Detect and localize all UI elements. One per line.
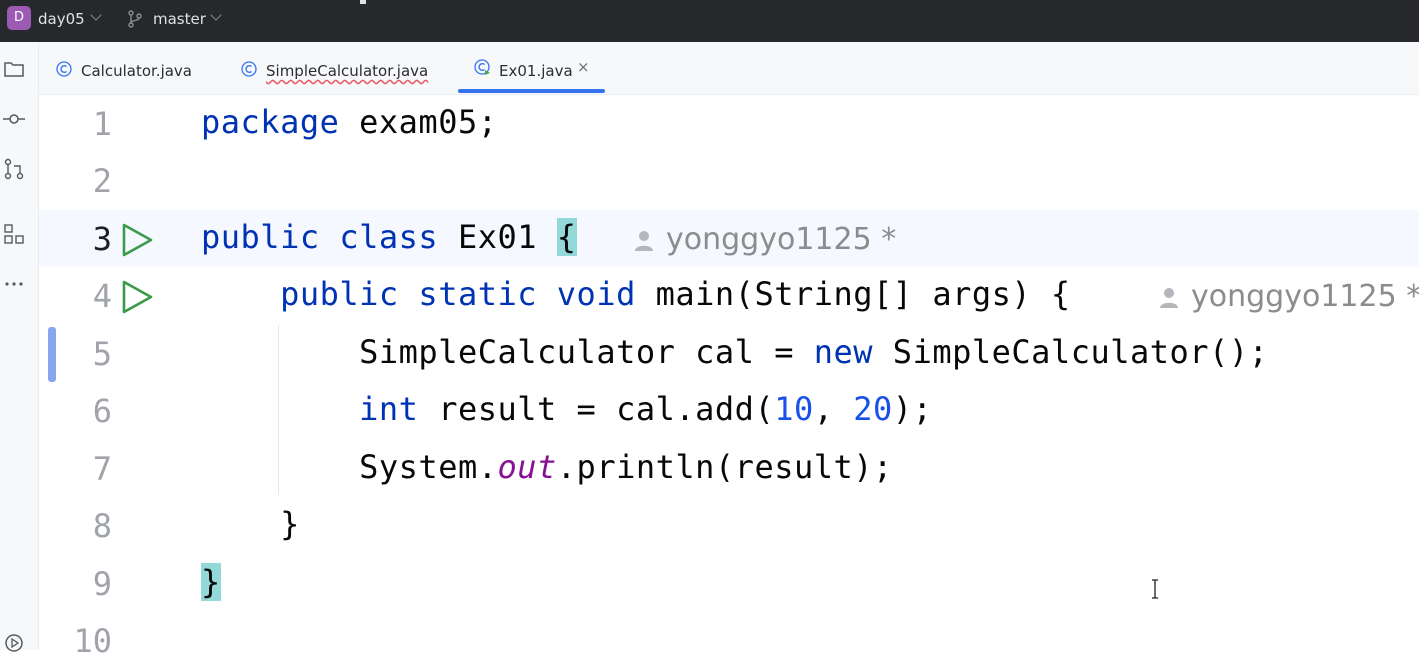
code-line-5[interactable]: SimpleCalculator cal = new SimpleCalcula… bbox=[201, 333, 1268, 371]
active-tab-indicator bbox=[458, 89, 605, 93]
code-line-7[interactable]: System.out.println(result); bbox=[201, 448, 893, 486]
tab-simplecalculator-java[interactable]: SimpleCalculator.java bbox=[229, 42, 449, 94]
project-badge[interactable]: D bbox=[7, 6, 31, 30]
structure-icon[interactable] bbox=[3, 223, 25, 245]
author-name: yonggyo1125 * bbox=[1191, 279, 1419, 314]
class-icon bbox=[241, 61, 257, 77]
branch-icon[interactable] bbox=[127, 10, 143, 28]
code-line-9[interactable]: } bbox=[201, 563, 221, 601]
code-line-3[interactable]: public class Ex01 { bbox=[201, 218, 577, 256]
tab-label: SimpleCalculator.java bbox=[266, 62, 429, 80]
folder-icon[interactable] bbox=[3, 58, 25, 80]
tab-ex01-java[interactable]: Ex01.java × bbox=[459, 42, 619, 94]
pull-requests-icon[interactable] bbox=[3, 158, 25, 180]
tab-calculator-java[interactable]: Calculator.java bbox=[39, 42, 219, 94]
line-number: 6 bbox=[92, 392, 112, 430]
author-name: yonggyo1125 * bbox=[666, 222, 897, 257]
code-line-1[interactable]: package exam05; bbox=[201, 103, 497, 141]
line-number: 4 bbox=[92, 277, 112, 315]
commit-icon[interactable] bbox=[3, 108, 25, 130]
class-icon bbox=[474, 59, 490, 75]
tab-label: Calculator.java bbox=[81, 62, 192, 80]
title-fragment bbox=[360, 0, 366, 4]
line-number: 2 bbox=[92, 162, 112, 200]
services-icon[interactable] bbox=[3, 632, 25, 654]
class-icon bbox=[56, 61, 72, 77]
branch-name[interactable]: master bbox=[153, 10, 206, 28]
text-cursor-icon bbox=[1152, 579, 1158, 599]
code-line-8[interactable]: } bbox=[201, 505, 300, 543]
project-name[interactable]: day05 bbox=[38, 10, 85, 28]
editor-tab-bar: Calculator.java SimpleCalculator.java Ex… bbox=[39, 42, 1419, 95]
more-icon[interactable] bbox=[3, 273, 25, 295]
line-number: 7 bbox=[92, 450, 112, 488]
chevron-down-icon[interactable] bbox=[210, 9, 222, 21]
matched-brace: } bbox=[201, 563, 221, 601]
line-number: 3 bbox=[92, 220, 112, 258]
run-icon[interactable] bbox=[119, 279, 155, 315]
line-number: 5 bbox=[92, 335, 112, 373]
author-inlay-hint[interactable]: yonggyo1125 * bbox=[634, 222, 896, 257]
line-number: 8 bbox=[92, 507, 112, 545]
title-bar: D day05 master bbox=[0, 0, 1419, 42]
person-icon bbox=[635, 230, 653, 251]
author-inlay-hint[interactable]: yonggyo1125 * bbox=[1159, 279, 1419, 314]
line-number: 9 bbox=[92, 565, 112, 603]
code-line-6[interactable]: int result = cal.add(10, 20); bbox=[201, 390, 932, 428]
matched-brace: { bbox=[556, 218, 577, 256]
tab-label: Ex01.java bbox=[499, 62, 573, 80]
line-number: 10 bbox=[73, 622, 112, 660]
close-icon[interactable]: × bbox=[577, 58, 590, 76]
run-icon[interactable] bbox=[119, 222, 155, 258]
person-icon bbox=[1160, 287, 1178, 308]
chevron-down-icon[interactable] bbox=[90, 9, 102, 21]
line-number: 1 bbox=[92, 105, 112, 143]
code-line-4[interactable]: public static void main(String[] args) { bbox=[201, 275, 1071, 313]
code-editor[interactable]: 1 2 3 4 5 6 7 8 9 10 package exam05; pub… bbox=[39, 95, 1419, 660]
